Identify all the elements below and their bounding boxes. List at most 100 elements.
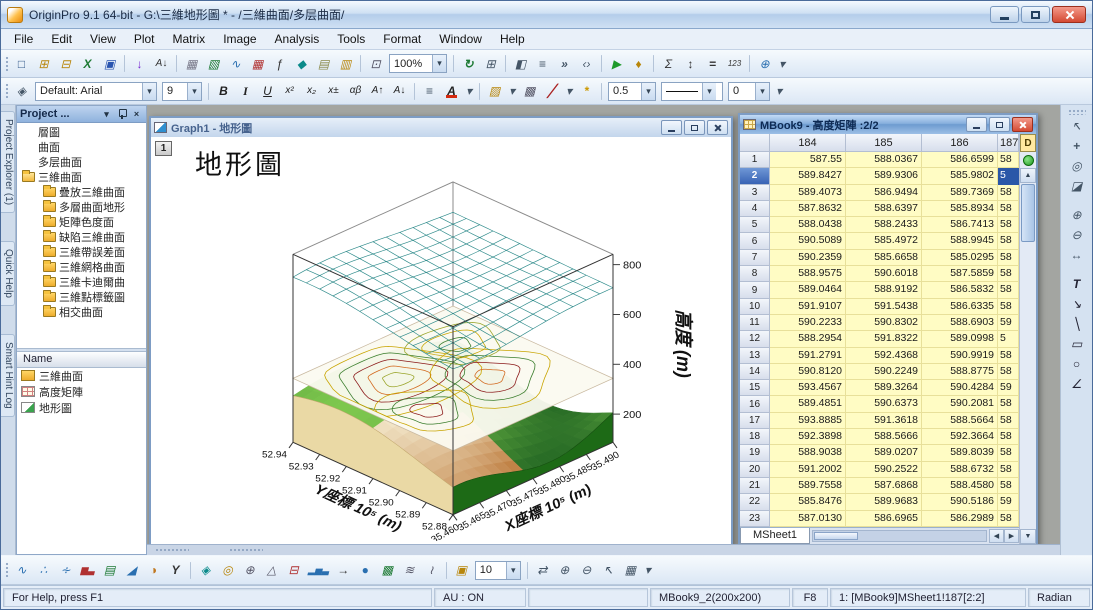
matrix-cell[interactable]: 591.5438 [846,299,922,315]
data-selector-tool[interactable]: ◪ [1066,176,1088,195]
tree-item[interactable]: 多層曲面地形 [17,199,146,214]
plot-pie-button[interactable]: ◑ [143,560,164,580]
tree-item[interactable]: 層圖 [17,124,146,139]
matrix-cell[interactable]: 586.6599 [922,152,998,168]
new-layout-button[interactable]: ▤ [313,54,334,74]
italic-button[interactable]: I [235,81,256,101]
matrix-cell[interactable]: 590.2233 [770,315,846,331]
matrix-row[interactable]: 22 585.8476 589.9683 590.5186 59 [740,494,1019,510]
arrow-tool[interactable]: ↘ [1066,294,1088,313]
dock-tab[interactable]: Smart Hint Log [1,334,15,417]
rescale-button[interactable]: ⇄ [532,560,553,580]
matrix-row[interactable]: 5 588.0438 588.2433 586.7413 58 [740,217,1019,233]
matrix-cell[interactable]: 588.5666 [846,429,922,445]
select-all-corner[interactable] [740,134,770,152]
font-combo[interactable]: Default: Arial ▾ [35,82,157,101]
zoom-out-button[interactable]: ⊖ [576,560,597,580]
matrix-cell-partial[interactable]: 58 [998,511,1019,527]
matrix-row[interactable]: 11 590.2233 590.8302 588.6903 59 [740,315,1019,331]
menu-item[interactable]: View [81,30,125,48]
data-mode-button[interactable]: D [1020,134,1036,152]
code-builder-button[interactable]: ‹› [576,54,597,74]
new-workbook-button[interactable]: ▦ [181,54,202,74]
row-header[interactable]: 23 [740,511,770,527]
tree-item[interactable]: 三維點標籤圖 [17,289,146,304]
matrix-cell-partial[interactable]: 58 [998,462,1019,478]
line-width-combo[interactable]: 0.5 ▾ [608,82,656,101]
scroll-left-button[interactable]: ◀ [989,529,1004,543]
matrix-row[interactable]: 15 593.4567 589.3264 590.4284 59 [740,380,1019,396]
add-graph-button[interactable]: ⊕ [754,54,775,74]
panel-close-icon[interactable]: × [130,108,143,121]
open-button[interactable]: ⊟ [55,54,76,74]
tree-item[interactable]: 三維網格曲面 [17,259,146,274]
matrix-cell[interactable]: 588.6903 [922,315,998,331]
align-left-button[interactable]: ≡ [419,81,440,101]
chevron-down-icon[interactable]: ▾ [142,83,156,100]
matrix-cell[interactable]: 592.3664 [922,429,998,445]
matrix-cell[interactable]: 585.8476 [770,494,846,510]
layer-1-badge[interactable]: 1 [155,141,172,156]
row-header[interactable]: 18 [740,429,770,445]
underline-button[interactable]: U [257,81,278,101]
row-header[interactable]: 15 [740,380,770,396]
surface-3d-plot[interactable]: 800 600 400 200 52.94 52.93 52.92 52.91 … [163,165,723,541]
row-header[interactable]: 5 [740,217,770,233]
matrix-cell[interactable]: 590.8120 [770,364,846,380]
matrix-cell-partial[interactable]: 58 [998,396,1019,412]
zoom-in-button[interactable]: ⊕ [554,560,575,580]
matrix-cell-partial[interactable]: 5 [998,168,1019,184]
pattern-button[interactable]: ▩ [519,81,540,101]
matrix-cell[interactable]: 590.9919 [922,348,998,364]
matrix-cell-partial[interactable]: 58 [998,201,1019,217]
column-header-185[interactable]: 185 [846,134,922,152]
import-ascii-button[interactable]: A↓ [151,54,172,74]
graph-maximize-button[interactable] [684,120,705,135]
plot-column-button[interactable]: ▆▃ [77,560,98,580]
plot-bar-button[interactable]: ▤ [99,560,120,580]
row-header[interactable]: 14 [740,364,770,380]
labtalk-run-button[interactable]: ▶ [606,54,627,74]
superscript-button[interactable]: x² [279,81,300,101]
new-notes-button[interactable]: ▥ [335,54,356,74]
matrix-cell[interactable]: 590.4284 [922,380,998,396]
row-header[interactable]: 7 [740,250,770,266]
matrix-cell-partial[interactable]: 58 [998,413,1019,429]
row-header[interactable]: 20 [740,462,770,478]
matrix-cell[interactable]: 588.4580 [922,478,998,494]
sheet-tab-msheet1[interactable]: MSheet1 [740,528,810,544]
matrix-cell[interactable]: 589.0207 [846,445,922,461]
tree-item[interactable]: 疊放三維曲面 [17,184,146,199]
matrix-cell-partial[interactable]: 58 [998,185,1019,201]
status-autoupdate[interactable]: AU : ON [434,588,526,607]
column-header-184[interactable]: 184 [770,134,846,152]
panel-menu-icon[interactable]: ▾ [100,108,113,121]
project-explorer-button[interactable]: ◧ [510,54,531,74]
matrix-cell[interactable]: 588.6397 [846,201,922,217]
plot-polar-button[interactable]: ⊕ [239,560,260,580]
statistics-button[interactable]: Σ [658,54,679,74]
matrix-cell[interactable]: 588.9038 [770,445,846,461]
scrollbar-track[interactable] [1020,243,1036,529]
tree-item[interactable]: 矩陣色度面 [17,214,146,229]
matrix-row[interactable]: 17 593.8885 591.3618 588.5664 58 [740,413,1019,429]
row-header[interactable]: 22 [740,494,770,510]
panel-button[interactable]: ▦ [620,560,641,580]
matrix-cell[interactable]: 593.8885 [770,413,846,429]
matrix-cell[interactable]: 590.5089 [770,233,846,249]
plot-histogram-button[interactable]: ▂▅▃ [305,560,332,580]
matrix-row[interactable]: 4 587.8632 588.6397 585.8934 58 [740,201,1019,217]
matrix-cell[interactable]: 587.5859 [922,266,998,282]
matrix-cell-partial[interactable]: 58 [998,299,1019,315]
style-anchor-button[interactable]: ◈ [11,81,32,101]
matrix-cell[interactable]: 589.4851 [770,396,846,412]
menu-item[interactable]: Edit [42,30,81,48]
plot-colormap-button[interactable]: ▩ [377,560,398,580]
menu-item[interactable]: Window [430,30,491,48]
matrix-cell[interactable]: 589.7558 [770,478,846,494]
matrix-cell[interactable]: 588.5664 [922,413,998,429]
new-graph-button[interactable]: ∿ [225,54,246,74]
matrix-row[interactable]: 8 588.9575 590.6018 587.5859 58 [740,266,1019,282]
matrix-cell[interactable]: 587.0130 [770,511,846,527]
matrix-row[interactable]: 9 589.0464 588.9192 586.5832 58 [740,282,1019,298]
